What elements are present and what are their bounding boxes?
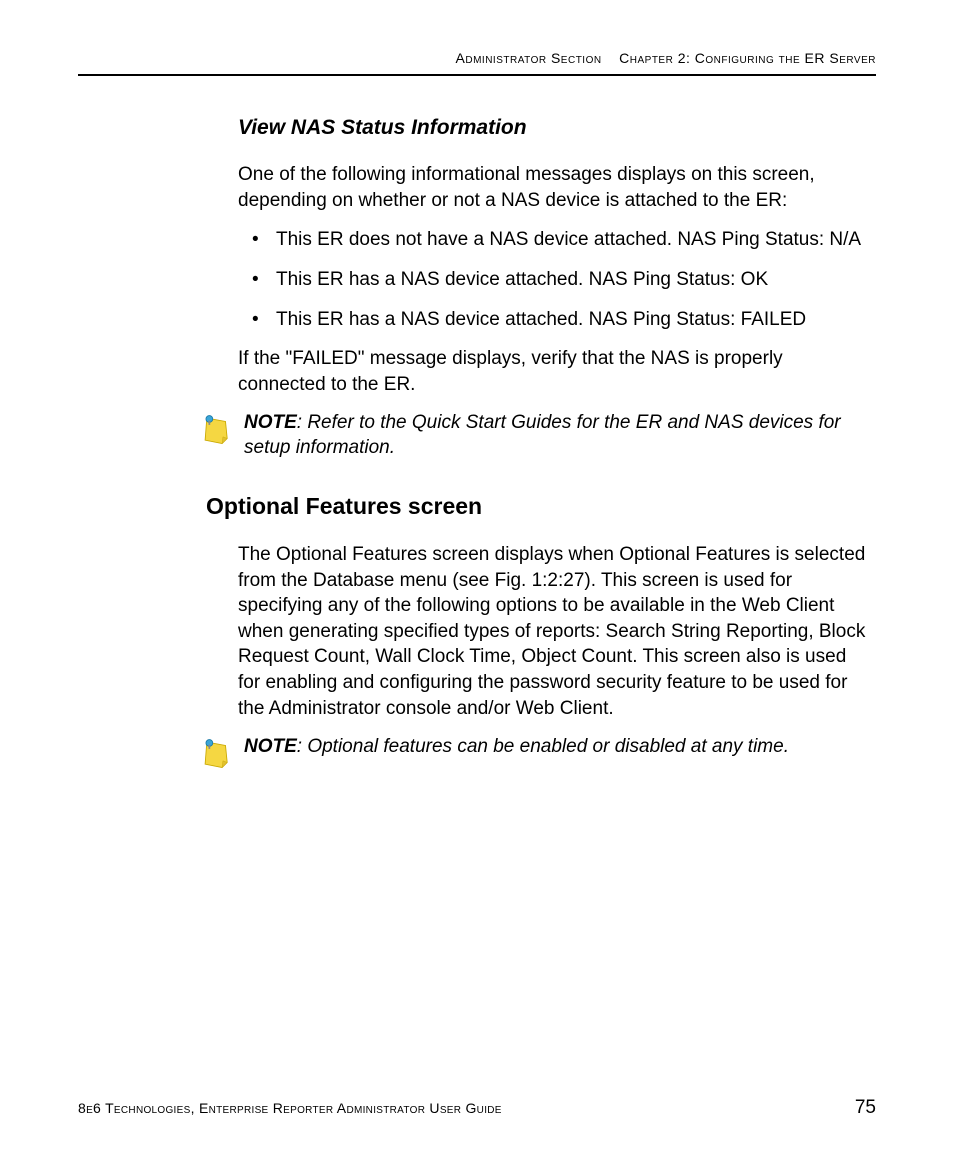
page-footer: 8e6 Technologies, Enterprise Reporter Ad… [78, 1097, 876, 1119]
document-page: Administrator Section Chapter 2: Configu… [0, 0, 954, 1159]
note-icon [200, 737, 234, 771]
note-label: NOTE [244, 412, 297, 433]
section-view-nas-status: View NAS Status Information One of the f… [78, 116, 876, 397]
note-block: NOTE: Refer to the Quick Start Guides fo… [78, 411, 876, 460]
heading-view-nas-status: View NAS Status Information [238, 116, 866, 140]
list-item: This ER does not have a NAS device attac… [238, 227, 866, 253]
list-item: This ER has a NAS device attached. NAS P… [238, 267, 866, 293]
note-text: NOTE: Optional features can be enabled o… [244, 735, 789, 760]
note-body: : Refer to the Quick Start Guides for th… [244, 412, 841, 458]
paragraph-failed: If the "FAILED" message displays, verify… [238, 346, 866, 397]
footer-text: 8e6 Technologies, Enterprise Reporter Ad… [78, 1100, 502, 1116]
heading-optional-features: Optional Features screen [206, 493, 866, 520]
paragraph-optional-features: The Optional Features screen displays wh… [238, 542, 866, 721]
note-icon [200, 413, 234, 447]
note-label: NOTE [244, 736, 297, 757]
page-header: Administrator Section Chapter 2: Configu… [78, 50, 876, 76]
note-block: NOTE: Optional features can be enabled o… [78, 735, 876, 771]
section-optional-features: Optional Features screen [78, 493, 876, 520]
paragraph-intro: One of the following informational messa… [238, 162, 866, 213]
bullet-list: This ER does not have a NAS device attac… [238, 227, 866, 332]
note-text: NOTE: Refer to the Quick Start Guides fo… [244, 411, 866, 460]
note-body: : Optional features can be enabled or di… [297, 736, 789, 757]
list-item: This ER has a NAS device attached. NAS P… [238, 307, 866, 333]
section-optional-features-body: The Optional Features screen displays wh… [78, 542, 876, 721]
header-section: Administrator Section [456, 50, 602, 66]
page-number: 75 [855, 1097, 876, 1119]
header-chapter: Chapter 2: Configuring the ER Server [619, 50, 876, 66]
